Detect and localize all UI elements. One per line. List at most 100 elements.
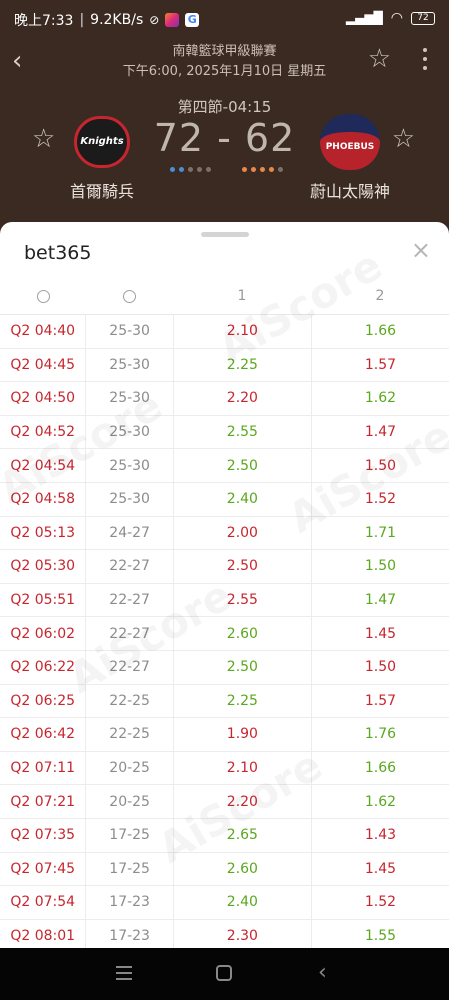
row-score: 22-25 <box>86 718 174 751</box>
row-time: Q2 05:13 <box>0 516 87 550</box>
row-home-odds: 2.65 <box>174 818 312 852</box>
timeout-dot <box>260 167 265 172</box>
row-home-odds: 2.00 <box>174 516 312 550</box>
network-speed: 9.2KB/s <box>90 12 144 28</box>
basketball-icon <box>123 289 136 303</box>
timeout-dot <box>179 167 184 172</box>
row-time: Q2 06:22 <box>0 650 87 684</box>
away-team-logo: PHOEBUS <box>320 114 380 170</box>
odds-row: Q2 07:35 17-25 2.65 1.43 <box>0 818 449 853</box>
odds-row: Q2 06:22 22-27 2.50 1.50 <box>0 650 449 685</box>
row-time: Q2 07:45 <box>0 852 87 886</box>
row-score: 22-27 <box>86 583 174 617</box>
home-team-name[interactable]: 首爾騎兵 <box>54 178 150 202</box>
battery-icon: 72 <box>411 11 435 25</box>
row-score: 17-25 <box>86 818 174 852</box>
instagram-icon <box>165 13 180 27</box>
row-away-odds: 1.71 <box>364 524 397 541</box>
home-icon[interactable] <box>216 965 232 981</box>
close-icon[interactable]: × <box>411 236 431 264</box>
odds-row: Q2 06:02 22-27 2.60 1.45 <box>0 617 449 651</box>
row-score: 25-30 <box>86 315 174 348</box>
clock-icon <box>36 289 50 303</box>
row-time: Q2 07:54 <box>0 886 87 919</box>
favorite-away-star-icon[interactable]: ☆ <box>392 124 415 154</box>
timeout-dot <box>278 167 283 172</box>
row-away-odds: 1.43 <box>364 827 397 844</box>
odds-row: Q2 07:45 17-25 2.60 1.45 <box>0 852 449 887</box>
row-home-odds: 2.25 <box>174 684 312 718</box>
row-score: 17-23 <box>86 919 174 948</box>
row-away-odds: 1.50 <box>364 558 397 575</box>
score-column-header <box>86 278 173 314</box>
odds-row: Q2 04:40 25-30 2.10 1.66 <box>0 315 449 349</box>
odds-row: Q2 04:58 25-30 2.40 1.52 <box>0 482 449 517</box>
row-score: 25-30 <box>86 482 174 516</box>
row-time: Q2 04:58 <box>0 482 87 516</box>
row-home-odds: 2.10 <box>174 315 312 348</box>
odds-row: Q2 04:45 25-30 2.25 1.57 <box>0 348 449 383</box>
nav-back-icon[interactable]: ‹ <box>318 960 327 985</box>
away-team-name[interactable]: 蔚山太陽神 <box>300 178 400 202</box>
google-icon: G <box>185 13 200 27</box>
row-away-odds: 1.47 <box>364 592 397 609</box>
row-away-odds: 1.45 <box>364 625 397 642</box>
odds-row: Q2 07:54 17-23 2.40 1.52 <box>0 886 449 920</box>
row-away-odds: 1.62 <box>364 793 397 810</box>
drag-handle[interactable] <box>201 232 249 237</box>
row-score: 25-30 <box>86 449 174 482</box>
row-home-odds: 2.60 <box>174 617 312 650</box>
system-nav-bar: ‹ <box>0 948 449 1000</box>
timeout-dot <box>269 167 274 172</box>
row-away-odds: 1.62 <box>364 390 397 407</box>
timeout-dot <box>170 167 175 172</box>
match-period: 第四節-04:15 <box>177 98 272 116</box>
odds-row: Q2 04:52 25-30 2.55 1.47 <box>0 415 449 450</box>
row-home-odds: 2.50 <box>174 650 312 684</box>
row-time: Q2 04:52 <box>0 415 87 449</box>
timeout-dot <box>188 167 193 172</box>
away-timeout-dots <box>242 167 283 172</box>
row-time: Q2 04:45 <box>0 348 87 382</box>
odds-row: Q2 05:51 22-27 2.55 1.47 <box>0 583 449 618</box>
wifi-icon: ◠ <box>390 10 403 26</box>
row-time: Q2 04:50 <box>0 382 87 415</box>
row-home-odds: 2.55 <box>174 415 312 449</box>
row-time: Q2 05:51 <box>0 583 87 617</box>
row-home-odds: 2.55 <box>174 583 312 617</box>
row-time: Q2 04:40 <box>0 315 87 348</box>
row-away-odds: 1.57 <box>364 692 397 709</box>
row-time: Q2 05:30 <box>0 550 87 583</box>
status-bar: 晚上7:33 | 9.2KB/s ⊘ G ▂▄▆█ ◠ 72 <box>0 0 449 38</box>
row-away-odds: 1.50 <box>364 457 397 474</box>
row-away-odds: 1.47 <box>364 424 397 441</box>
odds-row: Q2 06:25 22-25 2.25 1.57 <box>0 684 449 719</box>
row-home-odds: 2.20 <box>174 785 312 818</box>
row-score: 25-30 <box>86 348 174 382</box>
odds-row: Q2 07:21 20-25 2.20 1.62 <box>0 785 449 819</box>
status-separator: | <box>79 12 85 28</box>
recent-apps-icon[interactable] <box>116 966 132 984</box>
row-home-odds: 2.25 <box>174 348 312 382</box>
row-away-odds: 1.52 <box>364 491 397 508</box>
odds-row: Q2 04:54 25-30 2.50 1.50 <box>0 449 449 483</box>
row-home-odds: 2.40 <box>174 886 312 919</box>
odds-row: Q2 08:01 17-23 2.30 1.55 <box>0 919 449 948</box>
status-time: 晚上7:33 <box>14 13 74 29</box>
row-score: 22-27 <box>86 650 174 684</box>
signal-icon: ▂▄▆█ <box>345 11 383 25</box>
row-home-odds: 2.10 <box>174 751 312 785</box>
timeout-dot <box>197 167 202 172</box>
row-away-odds: 1.76 <box>364 726 397 743</box>
row-home-odds: 2.30 <box>174 919 312 948</box>
odds-row: Q2 07:11 20-25 2.10 1.66 <box>0 751 449 786</box>
row-home-odds: 2.50 <box>174 449 312 482</box>
row-score: 22-27 <box>86 550 174 583</box>
row-away-odds: 1.55 <box>364 927 397 944</box>
favorite-match-star-icon[interactable]: ☆ <box>368 44 391 74</box>
row-time: Q2 07:11 <box>0 751 87 785</box>
row-away-odds: 1.52 <box>364 894 397 911</box>
row-away-odds: 1.66 <box>364 323 397 340</box>
odds-sheet: bet365 × 1 2 Q2 04:40 25-30 2.10 1.66 Q2 04:… <box>0 222 449 948</box>
more-options-icon[interactable] <box>423 48 427 75</box>
